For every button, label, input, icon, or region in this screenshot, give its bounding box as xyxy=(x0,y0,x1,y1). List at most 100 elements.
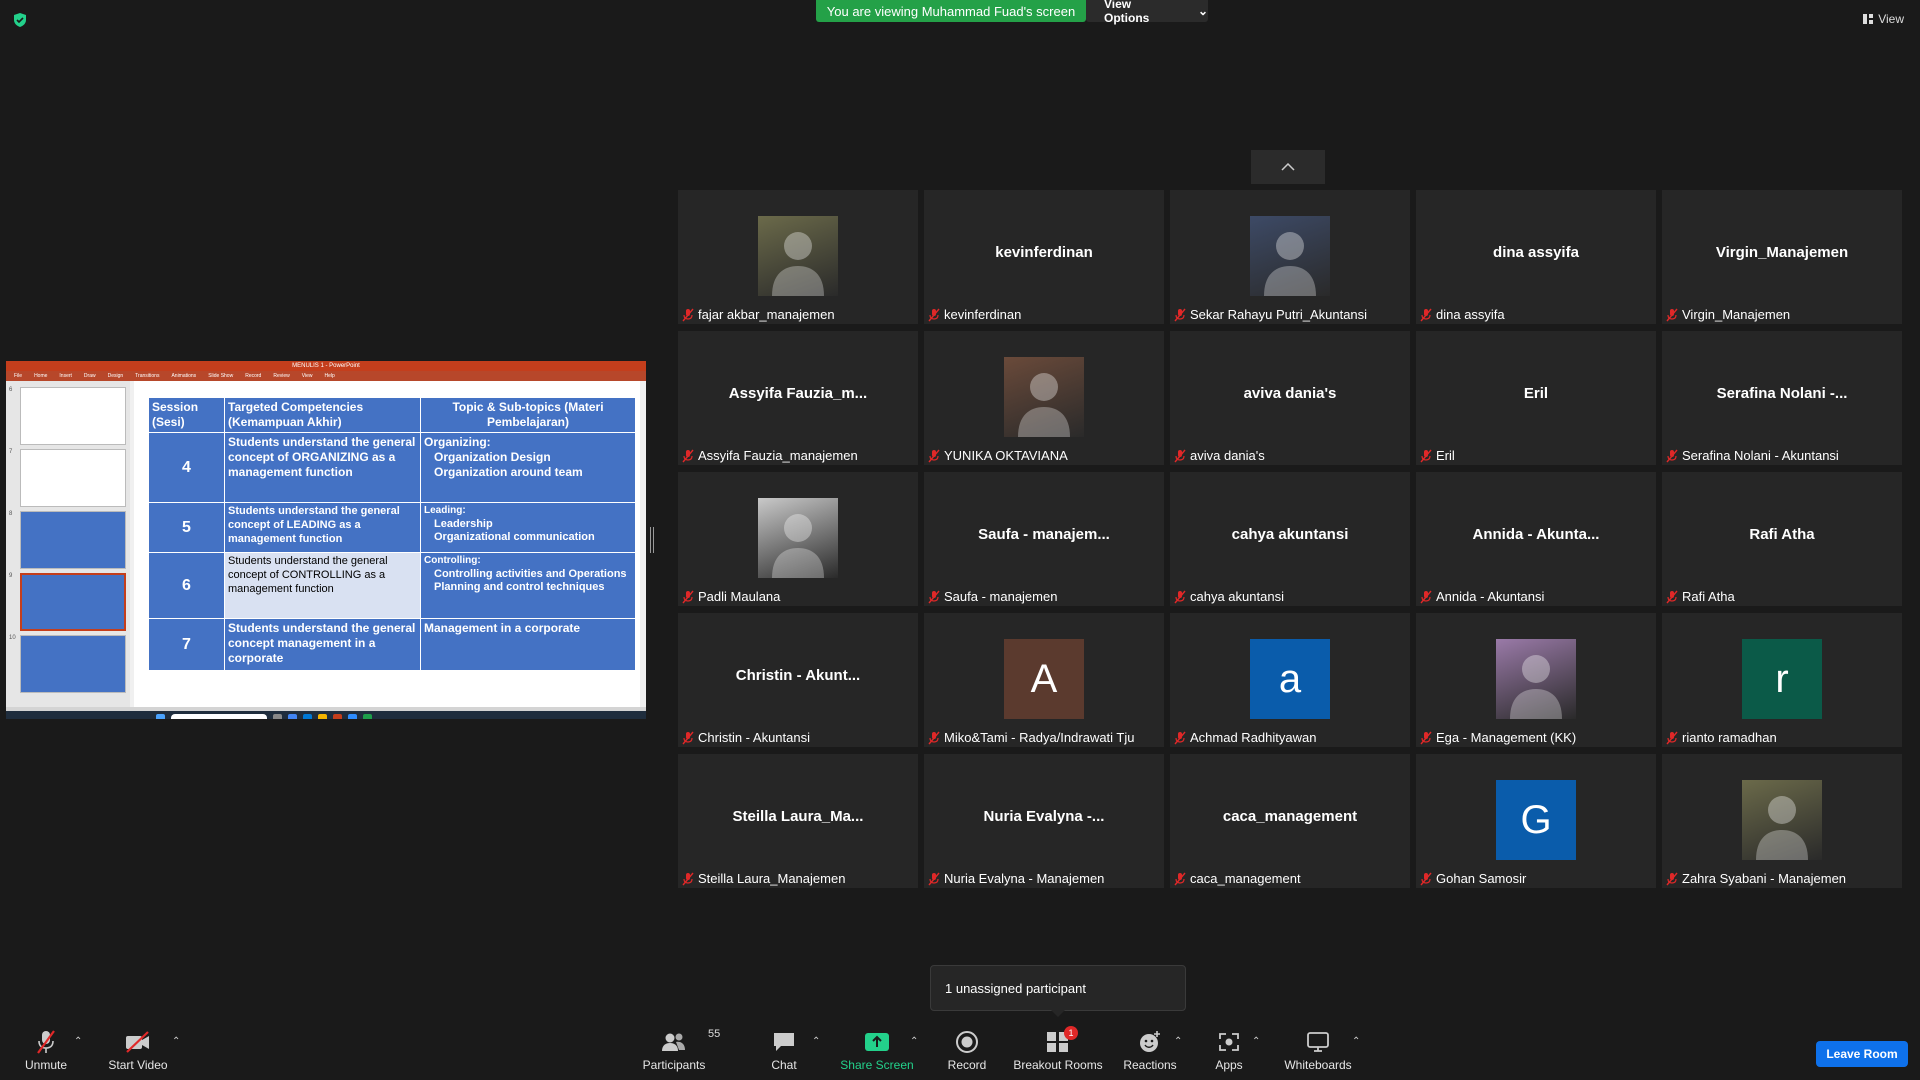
participants-count: 55 xyxy=(708,1028,721,1040)
start-video-button[interactable]: Start Video xyxy=(106,1028,170,1072)
apps-options-caret-icon[interactable]: ⌃ xyxy=(1252,1036,1260,1047)
ribbon-tab: Record xyxy=(245,373,262,379)
shared-screen[interactable]: MENULIS 1 - PowerPoint File Home Insert … xyxy=(6,361,646,719)
chat-options-caret-icon[interactable]: ⌃ xyxy=(812,1036,820,1047)
participant-display-name: Steilla Laura_Ma... xyxy=(732,808,864,825)
mic-muted-icon xyxy=(682,308,694,321)
record-button[interactable]: Record xyxy=(942,1028,992,1072)
record-label: Record xyxy=(947,1058,987,1072)
encryption-shield-icon[interactable] xyxy=(12,12,28,28)
participant-tile[interactable]: r rianto ramadhan xyxy=(1662,613,1902,747)
mic-muted-icon xyxy=(1420,872,1432,885)
mic-muted-icon xyxy=(928,731,940,744)
participant-tile[interactable]: kevinferdinan kevinferdinan xyxy=(924,190,1164,324)
grid-view-icon xyxy=(1863,14,1874,24)
participant-tile[interactable]: Zahra Syabani - Manajemen xyxy=(1662,754,1902,888)
leave-room-button[interactable]: Leave Room xyxy=(1816,1041,1908,1067)
participant-name: YUNIKA OKTAVIANA xyxy=(944,448,1068,463)
participant-tile[interactable]: Serafina Nolani -... Serafina Nolani - Ak… xyxy=(1662,331,1902,465)
participant-photo xyxy=(758,216,838,296)
chat-button[interactable]: Chat xyxy=(762,1028,806,1072)
participant-tile[interactable]: Assyifa Fauzia_m... Assyifa Fauzia_manaje… xyxy=(678,331,918,465)
header-competency: Targeted Competencies (Kemampuan Akhir) xyxy=(224,397,421,433)
participant-tile[interactable]: A Miko&Tami - Radya/Indrawati Tju xyxy=(924,613,1164,747)
competency-table: Session (Sesi) Targeted Competencies (Ke… xyxy=(148,397,636,671)
mic-muted-icon xyxy=(1666,308,1678,321)
avatar: a xyxy=(1250,639,1330,719)
session-number: 4 xyxy=(148,432,225,503)
taskbar-app-icon xyxy=(318,713,327,719)
ribbon-tab: View xyxy=(301,373,313,379)
avatar: r xyxy=(1742,639,1822,719)
unmute-label: Unmute xyxy=(24,1058,68,1072)
taskbar-app-icon xyxy=(348,713,357,719)
participant-display-name: Nuria Evalyna -... xyxy=(983,808,1105,825)
mic-muted-icon xyxy=(1420,731,1432,744)
participant-tile[interactable]: dina assyifa dina assyifa xyxy=(1416,190,1656,324)
participant-name-label: Ega - Management (KK) xyxy=(1420,730,1576,745)
audio-options-caret-icon[interactable]: ⌃ xyxy=(74,1036,82,1047)
participant-tile[interactable]: Rafi Atha Rafi Atha xyxy=(1662,472,1902,606)
chat-icon xyxy=(774,1033,794,1051)
participant-tile[interactable]: Steilla Laura_Ma... Steilla Laura_Manajem… xyxy=(678,754,918,888)
video-options-caret-icon[interactable]: ⌃ xyxy=(172,1036,180,1047)
mic-muted-icon xyxy=(928,308,940,321)
participant-tile[interactable]: Virgin_Manajemen Virgin_Manajemen xyxy=(1662,190,1902,324)
participant-name-label: Padli Maulana xyxy=(682,589,780,604)
participants-icon xyxy=(662,1033,685,1051)
apps-button[interactable]: Apps xyxy=(1212,1028,1246,1072)
participant-tile[interactable]: Padli Maulana xyxy=(678,472,918,606)
participant-name-label: Zahra Syabani - Manajemen xyxy=(1666,871,1846,886)
participant-tile[interactable]: Eril Eril xyxy=(1416,331,1656,465)
ribbon-tab: Review xyxy=(273,373,290,379)
participant-name: Christin - Akuntansi xyxy=(698,730,810,745)
breakout-rooms-button[interactable]: 1 Breakout Rooms xyxy=(1013,1026,1103,1072)
thumb-number: 9 xyxy=(9,573,13,579)
participant-display-name: Eril xyxy=(1523,385,1549,402)
participant-tile[interactable]: G Gohan Samosir xyxy=(1416,754,1656,888)
competency-cell: Students understand the general concept … xyxy=(224,552,421,619)
participant-tile[interactable]: Christin - Akunt... Christin - Akuntansi xyxy=(678,613,918,747)
participant-photo xyxy=(1250,216,1330,296)
ppt-title: MENULIS 1 - PowerPoint xyxy=(292,363,360,369)
participant-tile[interactable]: Nuria Evalyna -... Nuria Evalyna - Manaje… xyxy=(924,754,1164,888)
participant-tile[interactable]: Ega - Management (KK) xyxy=(1416,613,1656,747)
unmute-button[interactable]: Unmute xyxy=(22,1028,70,1072)
participant-tile[interactable]: Sekar Rahayu Putri_Akuntansi xyxy=(1170,190,1410,324)
participants-button[interactable]: 55 Participants xyxy=(642,1028,721,1072)
participants-label: Participants xyxy=(642,1058,706,1072)
share-options-caret-icon[interactable]: ⌃ xyxy=(910,1036,918,1047)
competency-cell: Students understand the general concept … xyxy=(224,432,421,503)
participant-name-label: Eril xyxy=(1420,448,1455,463)
participant-name-label: fajar akbar_manajemen xyxy=(682,307,835,322)
participant-tile[interactable]: cahya akuntansi cahya akuntansi xyxy=(1170,472,1410,606)
whiteboards-options-caret-icon[interactable]: ⌃ xyxy=(1352,1036,1360,1047)
participant-tile[interactable]: caca_management caca_management xyxy=(1170,754,1410,888)
topic-head: Leading: xyxy=(424,505,466,516)
reactions-button[interactable]: Reactions xyxy=(1123,1028,1177,1072)
gallery-scroll-up-button[interactable] xyxy=(1251,150,1325,184)
participant-name-label: kevinferdinan xyxy=(928,307,1021,322)
taskbar-app-icon xyxy=(303,713,312,719)
participant-tile[interactable]: a Achmad Radhityawan xyxy=(1170,613,1410,747)
participant-name: Zahra Syabani - Manajemen xyxy=(1682,871,1847,886)
reactions-options-caret-icon[interactable]: ⌃ xyxy=(1174,1036,1182,1047)
taskbar-app-icon xyxy=(363,713,372,719)
share-screen-button[interactable]: Share Screen xyxy=(840,1028,914,1072)
person-silhouette-icon xyxy=(1264,232,1316,296)
participant-name: Eril xyxy=(1436,448,1455,463)
participant-tile[interactable]: Saufa - manajem... Saufa - manajemen xyxy=(924,472,1164,606)
whiteboards-button[interactable]: Whiteboards xyxy=(1282,1028,1354,1072)
participant-tile[interactable]: YUNIKA OKTAVIANA xyxy=(924,331,1164,465)
split-resize-handle[interactable] xyxy=(650,527,654,553)
participant-name: Steilla Laura_Manajemen xyxy=(698,871,846,886)
participant-tile[interactable]: aviva dania's aviva dania's xyxy=(1170,331,1410,465)
participant-name: Nuria Evalyna - Manajemen xyxy=(944,871,1105,886)
taskbar-app-icon xyxy=(333,713,342,719)
view-layout-button[interactable]: View xyxy=(1863,12,1904,26)
unassigned-participant-popup[interactable]: 1 unassigned participant xyxy=(930,965,1186,1017)
view-options-dropdown[interactable]: View Options ⌄ xyxy=(1086,0,1208,25)
participant-tile[interactable]: Annida - Akunta... Annida - Akuntansi xyxy=(1416,472,1656,606)
mic-muted-icon xyxy=(682,449,694,462)
participant-tile[interactable]: fajar akbar_manajemen xyxy=(678,190,918,324)
